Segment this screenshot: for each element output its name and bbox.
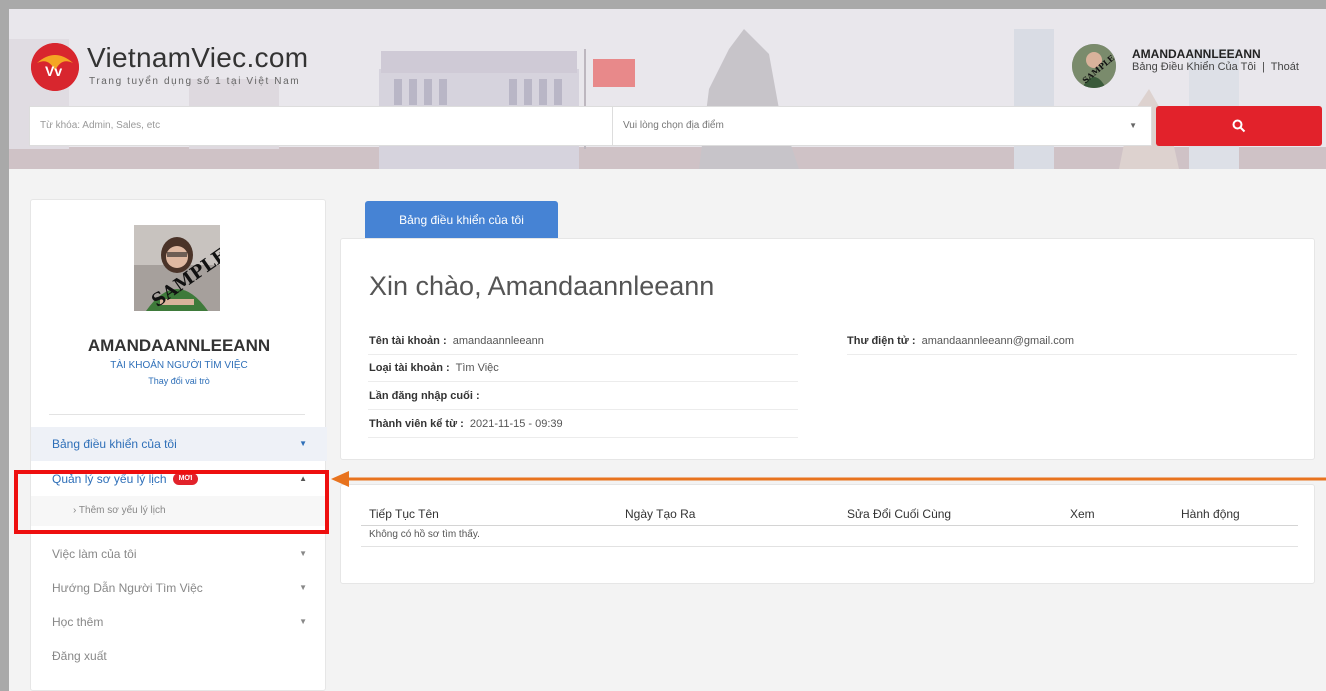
account-type-row: Loại tài khoản : Tìm Việc <box>369 362 499 374</box>
chevron-down-icon: ▼ <box>299 583 307 592</box>
location-select-placeholder: Vui lòng chọn địa điểm <box>623 120 724 131</box>
sidebar-item-label: Học thêm <box>52 615 104 629</box>
last-login-row: Lần đăng nhập cuối : <box>369 390 483 402</box>
header-user-links: Bảng Điều Khiển Của Tôi | Thoát <box>1132 61 1299 73</box>
svg-text:Vv: Vv <box>45 63 62 79</box>
highlight-box-annotation <box>14 470 329 534</box>
account-sidebar: SAMPLE AMANDAANNLEEANN TÀI KHOẢN NGƯỜI T… <box>30 199 327 691</box>
sidebar-item-label: Đăng xuất <box>52 649 107 663</box>
page-title: Xin chào, Amandaannleeann <box>369 271 715 301</box>
table-header-divider <box>361 525 1298 526</box>
resume-table: Tiếp Tục Tên Ngày Tạo Ra Sửa Đổi Cuối Cù… <box>340 484 1315 584</box>
email-row: Thư điện tử : amandaannleeann@gmail.com <box>847 335 1074 347</box>
account-name-label: Tên tài khoản : <box>369 335 447 347</box>
chevron-down-icon: ▼ <box>299 617 307 626</box>
member-since-label: Thành viên kể từ : <box>369 418 464 430</box>
email-value: amandaannleeann@gmail.com <box>921 335 1075 347</box>
logo-mark-icon: Vv <box>31 43 79 91</box>
change-role-link[interactable]: Thay đổi vai trò <box>31 376 327 386</box>
column-header-resume-name[interactable]: Tiếp Tục Tên <box>369 507 439 521</box>
sidebar-item-label: Hướng Dẫn Người Tìm Việc <box>52 581 203 595</box>
account-type-label: Loại tài khoản : <box>369 362 450 374</box>
site-tagline: Trang tuyển dụng số 1 tại Việt Nam <box>89 76 301 87</box>
avatar[interactable]: SAMPLE <box>1072 44 1116 88</box>
sidebar-item-logout[interactable]: Đăng xuất <box>31 639 327 673</box>
row-divider <box>368 409 798 410</box>
table-row-divider <box>361 546 1298 547</box>
column-header-last-modified[interactable]: Sửa Đổi Cuối Cùng <box>847 507 951 521</box>
email-label: Thư điện tử : <box>847 335 916 347</box>
last-login-label: Lần đăng nhập cuối : <box>369 390 480 402</box>
logout-link[interactable]: Thoát <box>1271 61 1299 73</box>
member-since-value: 2021-11-15 - 09:39 <box>469 418 563 430</box>
account-name-row: Tên tài khoản : amandaannleeann <box>369 335 544 347</box>
row-divider <box>368 354 798 355</box>
account-info-card: Xin chào, Amandaannleeann Tên tài khoản … <box>340 238 1315 460</box>
header-user-name: AMANDAANNLEEANN <box>1132 47 1261 61</box>
account-name-value: amandaannleeann <box>452 335 544 347</box>
sidebar-item-label: Việc làm của tôi <box>52 547 137 561</box>
sidebar-item-learn-more[interactable]: Học thêm ▼ <box>31 605 327 639</box>
column-header-views[interactable]: Xem <box>1070 507 1095 521</box>
empty-table-message: Không có hồ sơ tìm thấy. <box>369 529 480 540</box>
column-header-actions: Hành động <box>1181 507 1240 521</box>
page-frame: Vv VietnamViec.com Trang tuyển dụng số 1… <box>9 9 1326 691</box>
sidebar-item-label: Bảng điều khiển của tôi <box>52 437 177 451</box>
row-divider <box>847 354 1297 355</box>
pointer-arrow-annotation <box>331 471 1326 487</box>
account-type-value: Tìm Việc <box>455 362 499 374</box>
chevron-down-icon: ▼ <box>299 439 307 448</box>
tab-dashboard[interactable]: Bảng điều khiển của tôi <box>365 201 558 239</box>
column-header-created-date[interactable]: Ngày Tạo Ra <box>625 507 695 521</box>
site-name: VietnamViec.com <box>87 42 309 73</box>
sidebar-item-dashboard[interactable]: Bảng điều khiển của tôi ▼ <box>31 427 327 461</box>
sidebar-item-my-jobs[interactable]: Việc làm của tôi ▼ <box>31 537 327 571</box>
link-separator: | <box>1261 61 1265 73</box>
search-button[interactable] <box>1156 106 1322 146</box>
header-user-panel: SAMPLE AMANDAANNLEEANN Bảng Điều Khiển C… <box>1072 44 1322 92</box>
profile-photo[interactable]: SAMPLE <box>134 225 220 311</box>
dashboard-link[interactable]: Bảng Điều Khiển Của Tôi <box>1132 61 1256 73</box>
site-header: Vv VietnamViec.com Trang tuyển dụng số 1… <box>9 9 1326 169</box>
sidebar-item-job-seeker-guide[interactable]: Hướng Dẫn Người Tìm Việc ▼ <box>31 571 327 605</box>
caret-down-icon: ▼ <box>1129 121 1137 130</box>
keyword-search-input[interactable]: Từ khóa: Admin, Sales, etc <box>29 106 615 146</box>
row-divider <box>368 381 798 382</box>
account-role-label: TÀI KHOẢN NGƯỜI TÌM VIỆC <box>110 360 248 371</box>
location-select[interactable]: Vui lòng chọn địa điểm ▼ <box>612 106 1152 146</box>
sidebar-divider <box>49 414 305 415</box>
search-icon <box>1232 119 1246 133</box>
member-since-row: Thành viên kể từ : 2021-11-15 - 09:39 <box>369 418 563 430</box>
row-divider <box>368 437 798 438</box>
chevron-down-icon: ▼ <box>299 549 307 558</box>
site-logo[interactable]: Vv VietnamViec.com Trang tuyển dụng số 1… <box>31 42 451 93</box>
sidebar-user-name: AMANDAANNLEEANN <box>87 336 271 355</box>
